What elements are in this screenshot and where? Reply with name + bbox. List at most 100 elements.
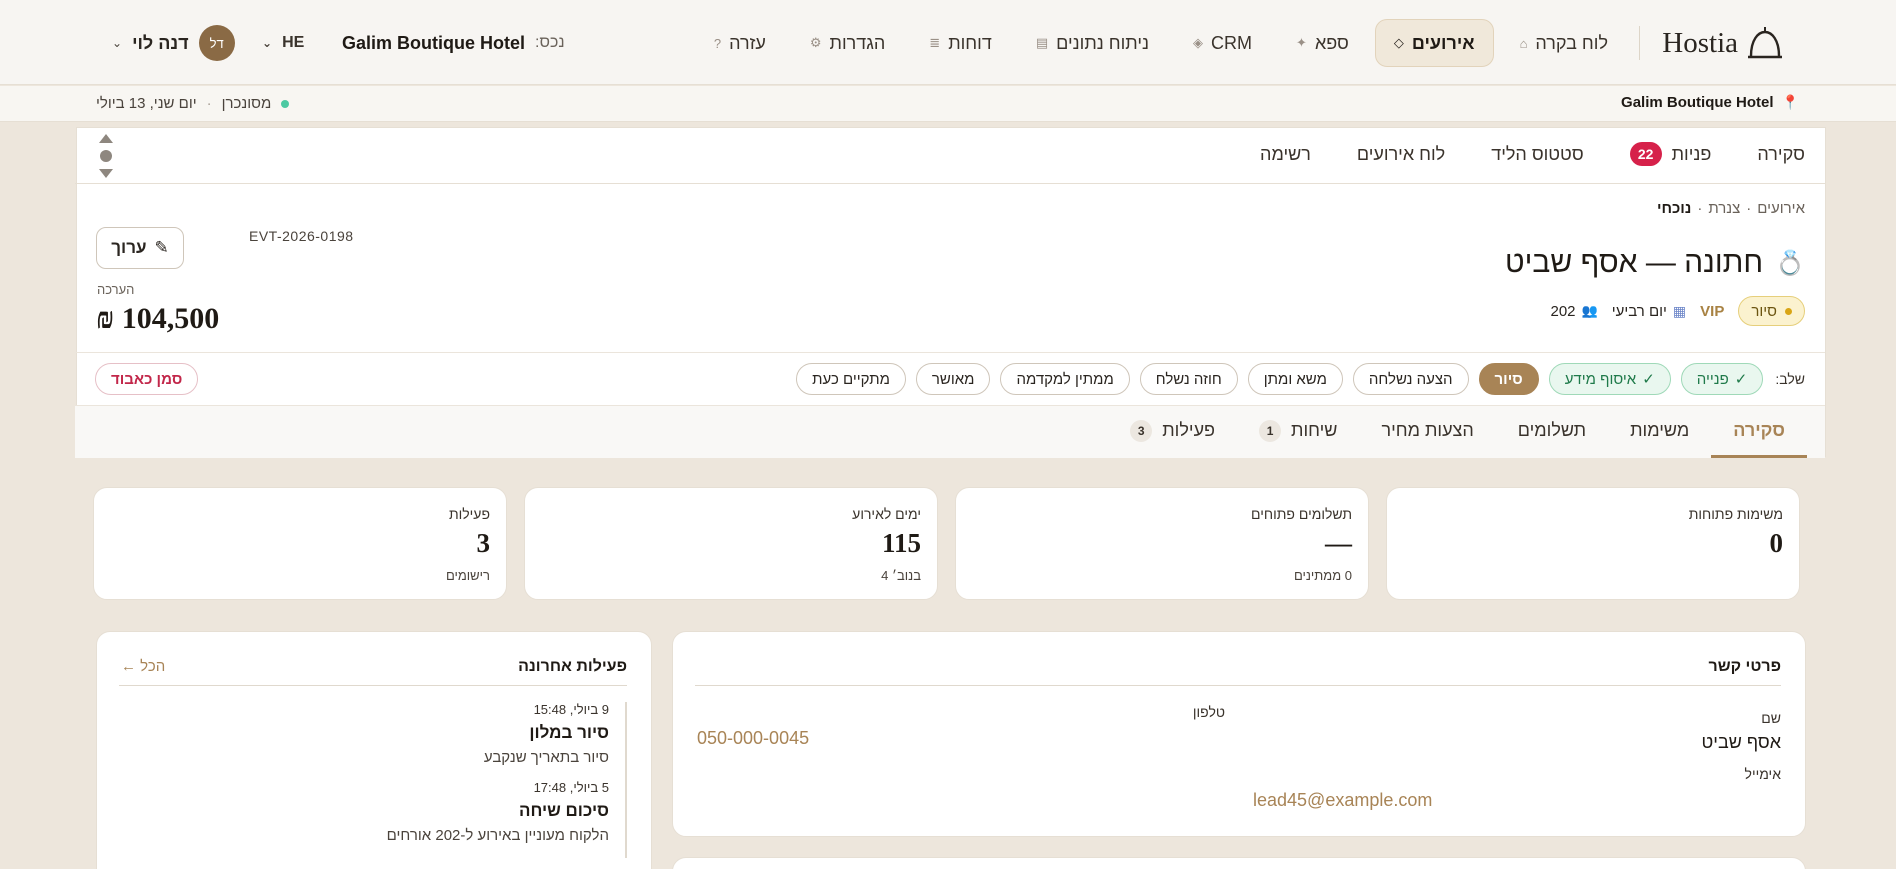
help-icon: ?	[713, 35, 722, 51]
nav-item-4[interactable]: ניתוח נתונים ▤	[1018, 19, 1167, 67]
email-link[interactable]: lead45@example.com	[1253, 790, 1432, 811]
tab-2[interactable]: תשלומים	[1496, 406, 1608, 458]
language-selector[interactable]: HE ⌄	[262, 30, 304, 56]
arrow-down-icon[interactable]	[99, 169, 113, 178]
stage-chip-4[interactable]: משא ומתן	[1247, 363, 1343, 395]
recent-activity-card: פעילות אחרונה הכל ← 9 ביולי, 15:48 סיור ב…	[96, 631, 652, 869]
nav-item-6[interactable]: הגדרות ⚙	[792, 19, 903, 67]
event-title: חתונה — אסף שביט	[1505, 246, 1764, 279]
edit-button[interactable]: ✎ ערוך	[96, 227, 184, 269]
tab-4[interactable]: שיחות 1	[1237, 406, 1359, 458]
stage-chip-3[interactable]: הצעה נשלחה	[1352, 363, 1469, 395]
top-navbar: Hostia לוח בקרה ⌂ אירועים ◇ ספא ✦ CRM ◈ ניתוח נת…	[0, 0, 1896, 85]
nav-item-label: CRM	[1211, 32, 1253, 53]
nav-item-label: ספא	[1314, 32, 1349, 53]
tab-5[interactable]: פעילות 3	[1108, 406, 1237, 458]
property-value: Galim Boutique Hotel	[342, 32, 526, 53]
activity-title: סיכום שיחה	[518, 801, 609, 820]
divider	[119, 685, 627, 686]
activity-feed: 9 ביולי, 15:48 סיור במלון סיור בתאריך שנקב…	[119, 702, 627, 858]
activity-card-title: פעילות אחרונה	[518, 658, 627, 675]
stage-chip-6[interactable]: ממתין למקדמה	[1000, 363, 1130, 395]
pin-icon: 📍	[1781, 94, 1799, 110]
estimate-value: 104,500 ₪	[96, 302, 220, 335]
check-icon: ✓	[1734, 371, 1748, 388]
nav-item-3[interactable]: CRM ◈	[1175, 19, 1270, 67]
next-card	[672, 857, 1806, 869]
status-label: סיור	[1751, 302, 1777, 320]
brand-logo[interactable]: Hostia	[1662, 22, 1784, 64]
stage-chip-5[interactable]: חוזה נשלח	[1139, 363, 1238, 395]
status-dot-icon	[1785, 307, 1792, 315]
breadcrumb-item-events[interactable]: אירועים	[1757, 200, 1805, 217]
stage-chip-8[interactable]: מתקיים כעת	[796, 363, 906, 395]
stage-chip-label: ממתין למקדמה	[1016, 370, 1114, 388]
stat-card-2: ימים לאירוע 115 בנוב׳ 4	[524, 487, 938, 600]
people-icon: 👥	[1581, 303, 1598, 318]
subnav-item-1[interactable]: פניות 22	[1629, 142, 1711, 166]
property-selector[interactable]: נכס: Galim Boutique Hotel	[342, 30, 565, 56]
user-menu[interactable]: דל דנה לוי ⌄	[112, 24, 235, 62]
tab-label: הצעות מחיר	[1381, 420, 1474, 440]
activity-time: 5 ביולי, 17:48	[533, 780, 609, 795]
nav-item-1[interactable]: אירועים ◇	[1374, 19, 1494, 67]
ring-icon: 💍	[1775, 249, 1805, 277]
nav-item-label: לוח בקרה	[1535, 32, 1608, 53]
tab-1[interactable]: משימות	[1608, 406, 1711, 458]
mark-lost-button[interactable]: סמן כאבוד	[95, 363, 199, 395]
stat-card-1: תשלומים פתוחים — 0 ממתינים	[955, 487, 1369, 600]
nav-item-7[interactable]: עזרה?	[696, 19, 784, 67]
stage-pipeline: שלב: ✓ פנייה ✓ איסוף מידע סיור הצעה נשלחה משא …	[75, 352, 1825, 406]
nav-item-5[interactable]: דוחות ≣	[911, 19, 1010, 67]
activity-title: סיור במלון	[529, 723, 609, 742]
language-code: HE	[282, 34, 305, 51]
breadcrumb-item-pipeline[interactable]: צנרת	[1708, 200, 1740, 217]
subnav-item-label: רשימה	[1260, 143, 1311, 164]
guest-count: 202	[1550, 302, 1576, 320]
count-badge: 22	[1629, 142, 1662, 166]
tab-3[interactable]: הצעות מחיר	[1359, 406, 1495, 458]
stage-chip-1[interactable]: ✓ איסוף מידע	[1548, 363, 1671, 395]
tab-label: משימות	[1630, 420, 1690, 440]
contact-card: פרטי קשר שם אסף שביט טלפון 050-000-0045 …	[672, 631, 1806, 837]
current-date: יום שני, 13 ביולי	[96, 95, 197, 112]
tab-label: שיחות	[1291, 420, 1338, 440]
analytics-icon: ▤	[1035, 35, 1049, 50]
tab-count-badge: 1	[1259, 419, 1282, 442]
nav-item-label: ניתוח נתונים	[1056, 32, 1150, 53]
subnav-item-3[interactable]: לוח אירועים	[1357, 144, 1445, 165]
scroll-stepper[interactable]	[97, 134, 115, 178]
stage-chip-7[interactable]: מאושר	[915, 363, 991, 395]
divider	[695, 685, 1781, 686]
nav-item-0[interactable]: לוח בקרה ⌂	[1502, 19, 1626, 67]
subnav-item-2[interactable]: סטטוס הליד	[1491, 144, 1583, 165]
stage-chip-label: פנייה	[1696, 370, 1729, 388]
estimate-label: הערכה	[97, 282, 135, 297]
event-tabs: סקירה משימות תשלומים הצעות מחיר שיחות 1 פעילות…	[75, 406, 1825, 458]
phone-link[interactable]: 050-000-0045	[697, 728, 809, 749]
subnav-item-4[interactable]: רשימה	[1260, 144, 1311, 165]
nav-item-2[interactable]: ספא ✦	[1278, 19, 1367, 67]
location-indicator: 📍 Galim Boutique Hotel	[1621, 94, 1799, 111]
sparkle-icon: ✦	[1296, 35, 1307, 50]
tab-count-badge: 3	[1130, 419, 1153, 442]
activity-desc: סיור בתאריך שנקבע	[483, 749, 609, 766]
stage-chip-2[interactable]: סיור	[1478, 363, 1539, 395]
stage-chip-0[interactable]: ✓ פנייה	[1680, 363, 1764, 395]
diamond-icon: ◇	[1393, 35, 1404, 50]
activity-item[interactable]: 9 ביולי, 15:48 סיור במלון סיור בתאריך שנקב…	[119, 702, 625, 766]
crm-icon: ◈	[1193, 35, 1204, 50]
event-panel: סקירה פניות 22 סטטוס הליד לוח אירועים רשימה א…	[75, 127, 1826, 458]
home-icon: ⌂	[1519, 35, 1528, 51]
email-label: אימייל	[1744, 766, 1781, 782]
page-title: 💍 חתונה — אסף שביט	[1505, 246, 1805, 280]
tab-0[interactable]: סקירה	[1711, 406, 1807, 458]
stage-chip-label: מאושר	[931, 370, 975, 388]
activity-item[interactable]: 5 ביולי, 17:48 סיכום שיחה הלקוח מעוניין בא…	[119, 780, 625, 844]
subnav-item-0[interactable]: סקירה	[1757, 144, 1805, 165]
user-name: דנה לוי	[132, 32, 189, 53]
reports-icon: ≣	[929, 35, 941, 50]
view-all-link[interactable]: הכל ←	[121, 658, 165, 675]
arrow-up-icon[interactable]	[99, 134, 113, 143]
bell-logo-icon	[1748, 27, 1782, 59]
